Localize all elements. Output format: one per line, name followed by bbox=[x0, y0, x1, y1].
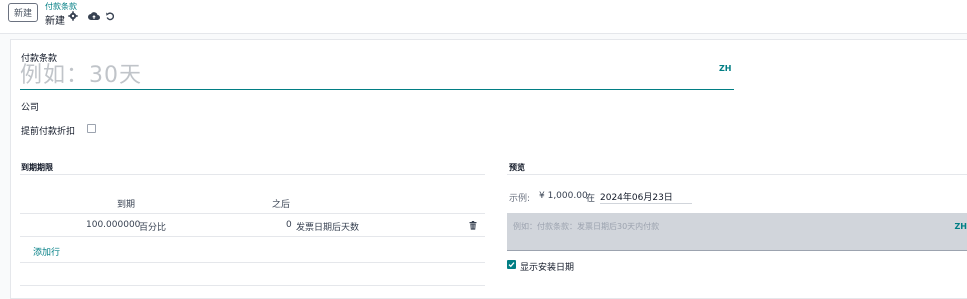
early-discount-checkbox[interactable] bbox=[87, 124, 96, 133]
due-terms-title: 到期期限 bbox=[21, 162, 53, 173]
due-value-cell[interactable]: 100.000000 bbox=[86, 220, 140, 230]
row-divider bbox=[20, 262, 485, 263]
example-label: 示例: bbox=[509, 191, 530, 204]
check-icon bbox=[508, 261, 515, 268]
note-placeholder: 例如：付款条款：发票日期后30天内付款 bbox=[513, 221, 659, 232]
cloud-upload-icon[interactable] bbox=[88, 11, 100, 21]
show-installments-checkbox[interactable] bbox=[507, 260, 516, 269]
new-button[interactable]: 新建 bbox=[8, 3, 38, 22]
payment-term-note-field[interactable]: 例如：付款条款：发票日期后30天内付款 ZH bbox=[507, 213, 967, 251]
value-type-cell[interactable]: 百分比 bbox=[139, 220, 166, 233]
gear-icon[interactable] bbox=[68, 11, 78, 21]
section-divider bbox=[507, 174, 967, 175]
example-in-label: 在 bbox=[586, 191, 595, 204]
section-divider bbox=[20, 174, 485, 175]
record-title: 新建 bbox=[45, 12, 65, 27]
delay-type-cell[interactable]: 发票日期后天数 bbox=[296, 220, 359, 233]
preview-title: 预览 bbox=[509, 162, 525, 173]
row-divider bbox=[20, 236, 485, 237]
control-panel: 新建 付款条款 新建 bbox=[0, 0, 967, 34]
payment-term-name-input[interactable]: 例如：30天 bbox=[20, 63, 734, 90]
show-installments-label: 显示安装日期 bbox=[520, 260, 574, 273]
column-header-after[interactable]: 之后 bbox=[272, 197, 290, 210]
note-translate-button[interactable]: ZH bbox=[955, 222, 967, 231]
example-amount[interactable]: ¥ 1,000.00 bbox=[539, 191, 588, 201]
days-cell[interactable]: 0 bbox=[286, 220, 292, 230]
add-line-link[interactable]: 添加行 bbox=[33, 245, 60, 258]
translate-language-button[interactable]: ZH bbox=[719, 64, 732, 73]
early-discount-label: 提前付款折扣 bbox=[21, 124, 75, 137]
trash-icon[interactable] bbox=[469, 221, 477, 230]
discard-undo-icon[interactable] bbox=[105, 11, 115, 21]
table-header-divider bbox=[20, 213, 485, 214]
example-date-field[interactable]: 2024年06月23日 bbox=[600, 190, 692, 204]
company-label: 公司 bbox=[21, 100, 39, 113]
column-header-due[interactable]: 到期 bbox=[117, 197, 135, 210]
table-footer-divider bbox=[20, 285, 485, 286]
